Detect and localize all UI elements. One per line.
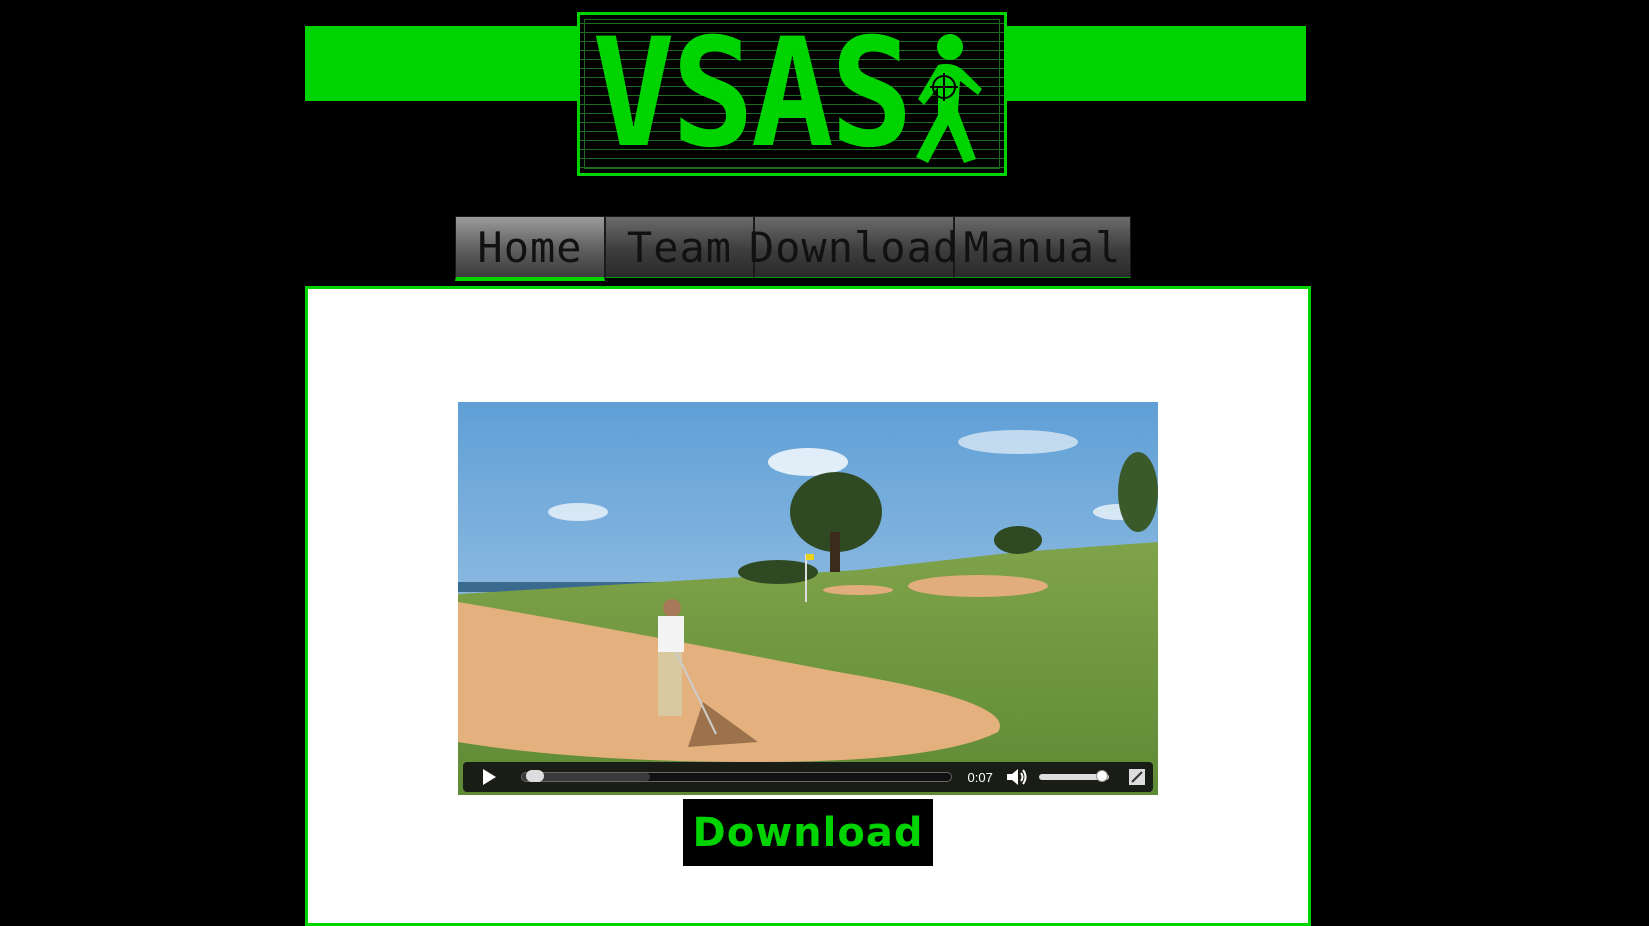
logo-text: VSAS [592,7,913,181]
site-logo[interactable]: VSAS [577,12,1007,176]
volume-slider[interactable] [1039,770,1110,782]
current-time: 0:07 [967,769,993,785]
play-icon[interactable] [473,762,505,792]
nav-item-team[interactable]: Team [605,216,754,278]
volume-thumb[interactable] [1096,770,1109,782]
nav-item-download[interactable]: Download [749,216,958,278]
speaker-icon[interactable] [1001,762,1033,792]
download-button-label: Download [692,809,924,856]
video-frame [458,402,1158,795]
walking-person-crosshair-icon [916,34,982,163]
nav-item-home[interactable]: Home [455,216,605,281]
main-nav: Home Team Download Manual [455,216,1131,281]
nav-item-manual[interactable]: Manual [954,216,1131,278]
seek-thumb[interactable] [526,770,545,782]
video-controls: 0:07 [463,762,1153,792]
download-button[interactable]: Download [683,799,933,866]
fullscreen-icon[interactable] [1121,762,1153,792]
seek-bar[interactable] [520,770,952,782]
video-player[interactable]: 0:07 [458,402,1158,795]
